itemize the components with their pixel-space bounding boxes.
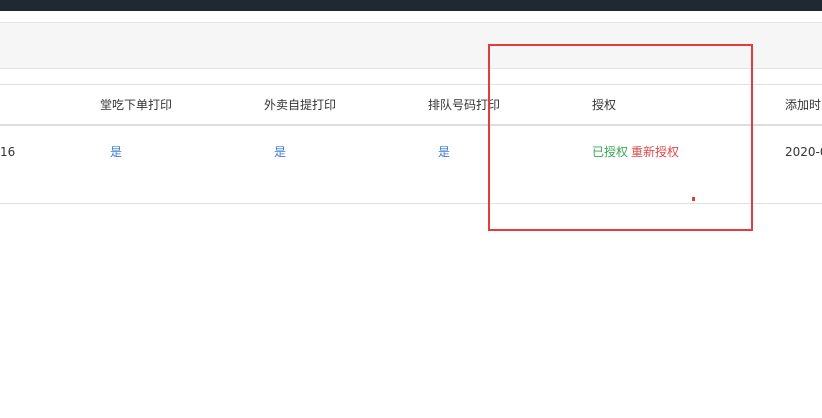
- header-authorization: 授权: [592, 98, 617, 112]
- cell-partial-value: 16: [0, 145, 16, 159]
- top-navbar: [0, 0, 822, 11]
- printer-table: 堂吃下单打印 外卖自提打印 排队号码打印 授权 添加时 16 是 是 是 已授权…: [0, 84, 822, 204]
- table-row: 16 是 是 是 已授权 重新授权 2020-0: [0, 126, 822, 204]
- cell-added-time: 2020-0: [785, 145, 822, 159]
- cell-dine-in-print: 是: [110, 145, 123, 159]
- annotation-dot: [692, 197, 695, 201]
- auth-status-label: 已授权: [592, 145, 629, 159]
- header-queue-print: 排队号码打印: [428, 98, 501, 112]
- reauthorize-link[interactable]: 重新授权: [631, 144, 679, 160]
- header-added-time: 添加时: [785, 98, 822, 112]
- toolbar-area: [0, 22, 822, 69]
- header-dine-in-print: 堂吃下单打印: [100, 98, 173, 112]
- table-header: 堂吃下单打印 外卖自提打印 排队号码打印 授权 添加时: [0, 84, 822, 126]
- cell-takeout-print: 是: [274, 145, 287, 159]
- cell-queue-print: 是: [438, 145, 451, 159]
- header-takeout-print: 外卖自提打印: [264, 98, 337, 112]
